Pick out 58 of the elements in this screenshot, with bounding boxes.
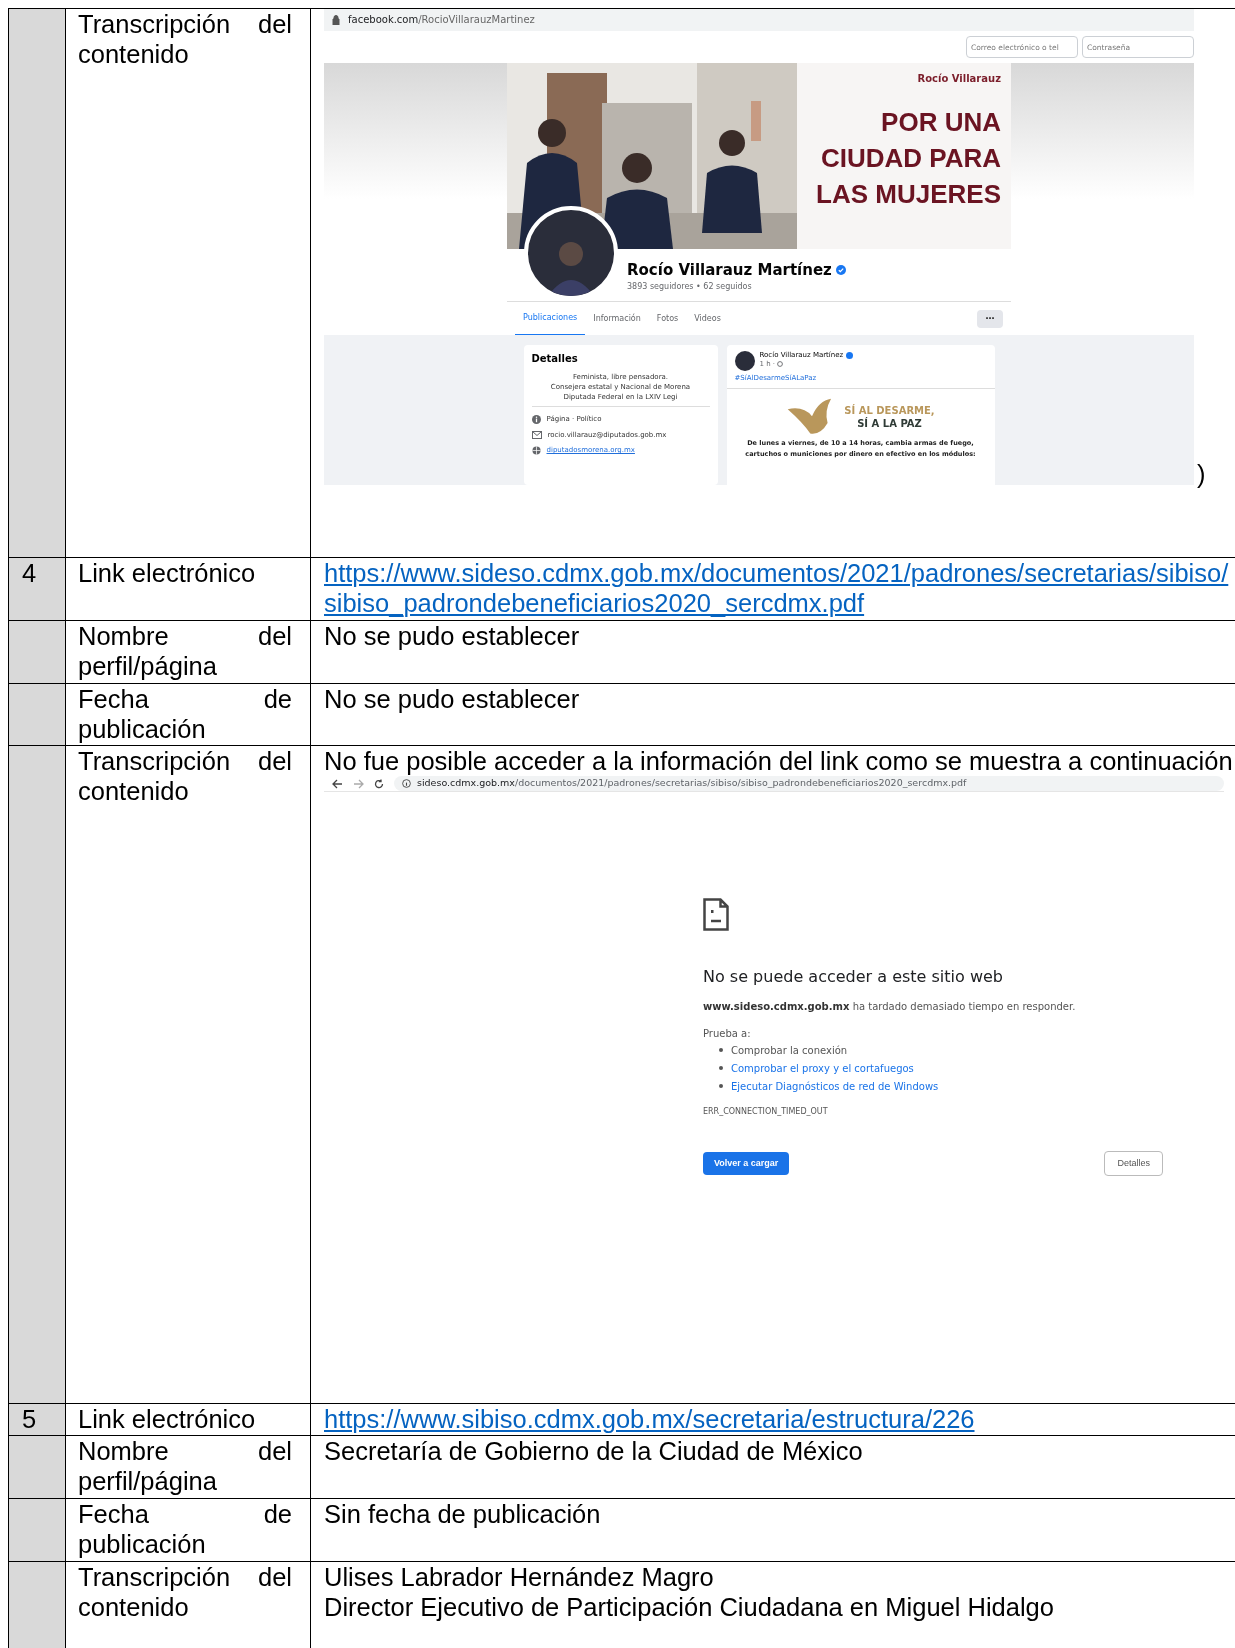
profile-tab[interactable]: Información <box>585 301 649 336</box>
profile-tab[interactable]: Videos <box>686 301 729 336</box>
profile-name: Rocío Villarauz Martínez <box>627 261 832 280</box>
cell-text: No fue posible acceder a la información del link como se muestra a continuación <box>324 746 1233 776</box>
cell-text: Director Ejecutivo de Participación Ciudadana en Miguel Hidalgo <box>324 1592 1055 1622</box>
lock-icon <box>332 15 340 25</box>
label-cell: Nombre del perfil/página <box>66 621 311 683</box>
envelope-icon <box>531 430 542 439</box>
bullet-icon <box>719 1066 723 1071</box>
cell-text: No se pudo establecer <box>324 621 581 651</box>
document-link[interactable]: https://www.sideso.cdmx.gob.mx/documentos/2021/padrones/secretarias/sibiso/sibiso_padrondebeneficiarios2020_sercdmx.pdf <box>324 558 1233 618</box>
label-cell: Transcripción del contenido <box>66 9 311 557</box>
label-cell: Nombre del perfil/página <box>66 1436 311 1498</box>
address-url: sideso.cdmx.gob.mx/documentos/2021/padrones/secretarias/sibiso/sibiso_padrondebeneficiarios2020_sercdmx.pdf <box>417 777 967 790</box>
cell-text: Ulises Labrador Hernández Magro <box>324 1562 715 1592</box>
suggestion-text: Comprobar la conexión <box>731 1043 848 1057</box>
info-icon <box>531 414 541 424</box>
label-cell: Link electrónico <box>66 558 311 620</box>
cell-text: Sin fecha de publicación <box>324 1499 602 1529</box>
number-cell: 5 <box>9 1404 66 1435</box>
address-url: facebook.com/RocioVillarauzMartinez <box>348 13 535 27</box>
cell-text: Secretaría de Gobierno de la Ciudad de México <box>324 1436 864 1466</box>
cover-logo: Rocío Villarauz <box>917 73 1001 86</box>
reload-button[interactable]: Volver a cargar <box>703 1152 790 1176</box>
cover-headline: CIUDAD PARA <box>820 141 1001 175</box>
address-bar[interactable]: facebook.com/RocioVillarauzMartinez <box>324 9 1194 31</box>
label-cell: Transcripción del contenido <box>66 1562 311 1648</box>
back-icon[interactable] <box>332 778 343 789</box>
details-button[interactable]: Detalles <box>1104 1151 1163 1177</box>
bullet-icon <box>719 1048 723 1053</box>
error-code: ERR_CONNECTION_TIMED_OUT <box>703 1106 829 1118</box>
cell-text: No se pudo establecer <box>324 684 581 714</box>
label-cell: Fecha de publicación <box>66 684 311 745</box>
post-image-text: SÍ A LA PAZ <box>857 416 922 430</box>
more-button[interactable]: ··· <box>977 309 1003 328</box>
label-cell: Fecha de publicación <box>66 1499 311 1561</box>
closing-parenthesis: ) <box>1197 459 1206 489</box>
details-title: Detalles <box>531 353 579 366</box>
avatar <box>734 351 755 371</box>
profile-stats: 3893 seguidores • 62 seguidos <box>627 281 753 292</box>
cover-headline: POR UNA <box>881 105 1001 139</box>
try-label: Prueba a: <box>703 1026 752 1040</box>
error-message: www.sideso.cdmx.gob.mx ha tardado demasiado tiempo en responder. <box>703 999 1077 1013</box>
error-heading: No se puede acceder a este sitio web <box>703 967 1004 988</box>
address-bar[interactable]: sideso.cdmx.gob.mx/documentos/2021/padrones/secretarias/sibiso/sibiso_padrondebeneficiarios2020_sercdmx.pdf <box>394 776 1224 791</box>
info-icon <box>402 779 411 788</box>
number-cell: 4 <box>9 558 66 620</box>
sad-page-icon <box>703 898 729 931</box>
label-cell: Link electrónico <box>66 1404 311 1435</box>
document-link[interactable]: https://www.sibiso.cdmx.gob.mx/secretaria/estructura/226 <box>324 1404 1233 1434</box>
bullet-icon <box>719 1084 723 1089</box>
post-image-text: SÍ AL DESARME, <box>844 403 935 417</box>
profile-tab[interactable]: Fotos <box>648 301 687 336</box>
cover-headline: LAS MUJERES <box>816 177 1001 211</box>
label-cell: Transcripción del contenido <box>66 746 311 1403</box>
suggestion-link[interactable]: Ejecutar Diagnósticos de red de Windows <box>731 1079 939 1093</box>
reload-icon[interactable] <box>374 778 384 789</box>
suggestion-link[interactable]: Comprobar el proxy y el cortafuegos <box>731 1061 914 1075</box>
